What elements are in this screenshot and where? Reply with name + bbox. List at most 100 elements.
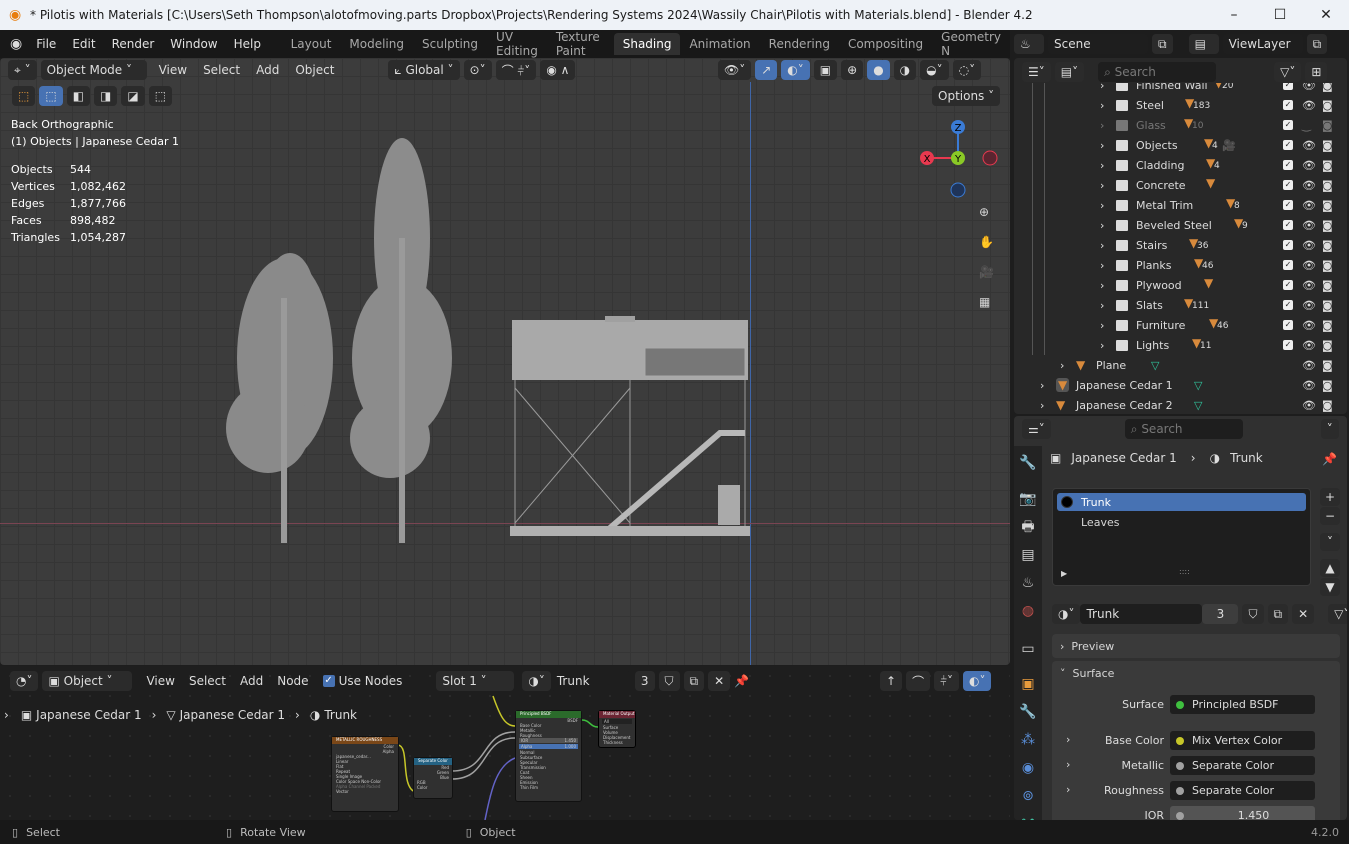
eye-icon[interactable]: 👁 — [1302, 139, 1316, 152]
expand-arrow-icon[interactable]: › — [1060, 359, 1064, 372]
expand-arrow-icon[interactable]: › — [1040, 399, 1044, 412]
tab-sculpting[interactable]: Sculpting — [413, 33, 487, 55]
expand-arrow-icon[interactable]: › — [1100, 219, 1104, 232]
surface-panel-header[interactable]: ˅ Surface — [1052, 661, 1340, 685]
data-tab-icon[interactable]: ⊶ — [1019, 812, 1037, 820]
alpha-field[interactable]: Alpha 1.000 — [519, 744, 578, 749]
collection-tab-icon[interactable]: ▭ — [1019, 640, 1037, 658]
output-tab-icon[interactable]: 🖶 — [1019, 518, 1037, 536]
eye-icon[interactable]: 👁 — [1302, 239, 1316, 252]
tab-geometry-nodes[interactable]: Geometry N — [932, 26, 1010, 62]
expand-arrow-icon[interactable]: › — [1040, 379, 1044, 392]
tab-layout[interactable]: Layout — [282, 33, 341, 55]
pin-icon[interactable]: 📌 — [1322, 452, 1337, 466]
surface-field-ior[interactable]: 1.450 — [1170, 806, 1315, 820]
outliner-object-japanese-cedar-2[interactable]: › ▼ Japanese Cedar 2 ▽ 👁 ◙ — [1014, 395, 1347, 414]
orthographic-grid-icon[interactable]: ▦ — [979, 295, 990, 309]
outliner-object-japanese-cedar-1[interactable]: › ▼ Japanese Cedar 1 ▽ 👁 ◙ — [1014, 375, 1347, 395]
outliner-collection-metal-trim[interactable]: › Metal Trim ▼ 8 ✓ 👁 ◙ — [1014, 195, 1347, 215]
expand-arrow-icon[interactable]: › — [1100, 119, 1104, 132]
material-name-input[interactable]: Trunk — [1080, 604, 1203, 624]
duplicate-material-button[interactable]: ⧉ — [1267, 604, 1289, 624]
physics-tab-icon[interactable]: ◉ — [1019, 759, 1037, 777]
render-camera-icon[interactable]: ◙ — [1322, 219, 1333, 232]
exclude-checkbox[interactable]: ✓ — [1283, 100, 1293, 110]
tab-shading[interactable]: Shading — [613, 33, 681, 55]
move-slot-down-button[interactable]: ▼ — [1320, 578, 1340, 596]
expand-arrow-icon[interactable]: › — [1100, 199, 1104, 212]
properties-options-button[interactable]: ˅ — [1320, 419, 1339, 439]
tab-animation[interactable]: Animation — [680, 33, 759, 55]
expand-arrow-icon[interactable]: › — [1100, 239, 1104, 252]
exclude-checkbox[interactable]: ✓ — [1283, 180, 1293, 190]
properties-editor-type[interactable]: ⚌˅ — [1022, 419, 1051, 439]
menu-file[interactable]: File — [28, 37, 64, 51]
properties-search-input[interactable]: ⌕ Search — [1124, 419, 1243, 439]
expand-arrow-icon[interactable]: › — [1100, 299, 1104, 312]
unlink-material-button[interactable]: ✕ — [1292, 604, 1315, 624]
outliner-collection-slats[interactable]: › Slats ▼ 111 ✓ 👁 ◙ — [1014, 295, 1347, 315]
scene-name-field[interactable]: Scene — [1048, 34, 1148, 54]
blender-menu-icon[interactable]: ◉ — [10, 36, 22, 52]
render-camera-icon[interactable]: ◙ — [1322, 359, 1333, 372]
navigation-gizmo[interactable]: Z X Y — [915, 118, 1005, 198]
expand-arrow-icon[interactable]: › — [1100, 319, 1104, 332]
exclude-checkbox[interactable]: ✓ — [1283, 260, 1293, 270]
outliner-collection-plywood[interactable]: › Plywood ▼ ✓ 👁 ◙ — [1014, 275, 1347, 295]
minimize-button[interactable]: – — [1211, 0, 1257, 30]
menu-edit[interactable]: Edit — [64, 37, 103, 51]
new-collection-button[interactable]: ⊞ — [1305, 62, 1328, 82]
eye-icon[interactable]: 👁 — [1302, 259, 1316, 272]
outliner-collection-beveled-steel[interactable]: › Beveled Steel ▼ 9 ✓ 👁 ◙ — [1014, 215, 1347, 235]
outliner-collection-cladding[interactable]: › Cladding ▼ 4 ✓ 👁 ◙ — [1014, 155, 1347, 175]
view-layer-name-field[interactable]: ViewLayer — [1222, 34, 1303, 54]
image-texture-node[interactable]: METALLIC ROUGHNESS Color Alpha japanese_… — [331, 736, 399, 812]
pan-hand-icon[interactable]: ✋ — [979, 235, 994, 249]
material-users-count[interactable]: 3 — [1202, 604, 1239, 624]
slot-specials-button[interactable]: ˅ — [1320, 533, 1340, 551]
material-output-node[interactable]: Material Output All Surface Volume Displac… — [598, 710, 636, 748]
modifier-tab-icon[interactable]: 🔧 — [1019, 703, 1037, 721]
tab-uv-editing[interactable]: UV Editing — [487, 26, 547, 62]
close-button[interactable]: ✕ — [1303, 0, 1349, 30]
constraints-tab-icon[interactable]: ⊚ — [1019, 787, 1037, 805]
new-scene-button[interactable]: ⧉ — [1152, 34, 1173, 54]
move-slot-up-button[interactable]: ▲ — [1320, 559, 1340, 577]
ior-field[interactable]: IOR 1.450 — [519, 738, 578, 743]
resize-handle[interactable]: :::: — [1179, 567, 1190, 576]
surface-field-surface[interactable]: Principled BSDF — [1170, 695, 1315, 714]
eye-icon[interactable]: 👁 — [1302, 379, 1316, 392]
outliner-filter-button[interactable]: ▽˅ — [1274, 62, 1302, 82]
expand-arrow-icon[interactable]: › — [1100, 99, 1104, 112]
exclude-checkbox[interactable]: ✓ — [1283, 160, 1293, 170]
render-camera-icon[interactable]: ◙ — [1322, 99, 1333, 112]
material-slot-trunk[interactable]: Trunk — [1057, 493, 1306, 511]
render-camera-icon[interactable]: ◙ — [1322, 399, 1333, 412]
world-tab-icon[interactable]: ◍ — [1019, 602, 1037, 620]
gizmo-neg-x-axis[interactable] — [982, 150, 998, 166]
scene-icon[interactable]: ♨ — [1014, 34, 1044, 54]
outliner-collection-planks[interactable]: › Planks ▼ 46 ✓ 👁 ◙ — [1014, 255, 1347, 275]
render-camera-icon[interactable]: ◙ — [1322, 319, 1333, 332]
bsdf-panel-item[interactable]: Thin Film — [516, 785, 581, 790]
render-camera-icon[interactable]: ◙ — [1322, 179, 1333, 192]
separate-color-node[interactable]: Separate Color Red Green Blue RGB Color — [413, 757, 453, 799]
eye-icon[interactable]: 👁 — [1302, 299, 1316, 312]
outliner-collection-lights[interactable]: › Lights ▼ 11 ✓ 👁 ◙ — [1014, 335, 1347, 355]
outliner-object-plane[interactable]: › ▼ Plane ▽ 👁 ◙ — [1014, 355, 1347, 375]
remove-slot-button[interactable]: − — [1320, 507, 1340, 525]
exclude-checkbox[interactable]: ✓ — [1283, 320, 1293, 330]
expand-socket-icon[interactable]: › — [1066, 733, 1070, 746]
eye-icon[interactable]: 👁 — [1302, 199, 1316, 212]
tab-modeling[interactable]: Modeling — [340, 33, 413, 55]
eye-icon[interactable]: 👁 — [1302, 179, 1316, 192]
surface-field-roughness[interactable]: Separate Color — [1170, 781, 1315, 800]
exclude-checkbox[interactable]: ✓ — [1283, 200, 1293, 210]
eye-icon[interactable]: 👁 — [1302, 319, 1316, 332]
display-mode-button[interactable]: ☰˅ — [1022, 62, 1051, 82]
new-view-layer-button[interactable]: ⧉ — [1306, 34, 1328, 54]
render-camera-icon[interactable]: ◙ — [1322, 259, 1333, 272]
expand-arrow-icon[interactable]: › — [1100, 159, 1104, 172]
principled-bsdf-node[interactable]: Principled BSDF BSDF Base Color Metallic… — [515, 710, 582, 802]
particles-tab-icon[interactable]: ⁂ — [1019, 731, 1037, 749]
